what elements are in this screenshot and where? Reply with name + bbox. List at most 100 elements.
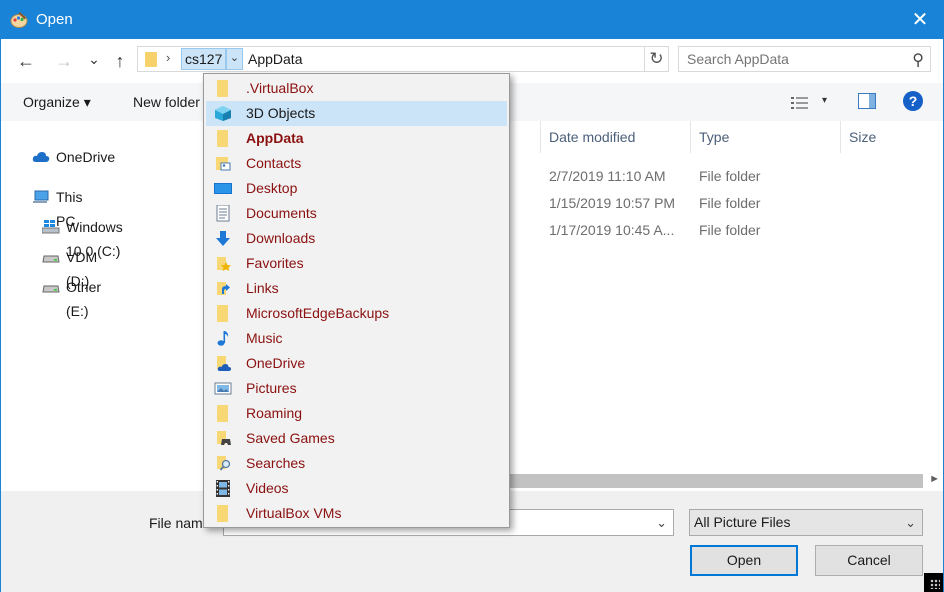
menu-item-label: Desktop [246, 180, 298, 196]
cancel-button[interactable]: Cancel [815, 545, 923, 576]
menu-item-label: AppData [246, 130, 304, 146]
menu-item-label: Downloads [246, 230, 316, 246]
menu-item-microsoftedgebackups[interactable]: MicrosoftEdgeBackups [206, 301, 507, 326]
paint-palette-icon [10, 12, 28, 28]
close-button[interactable]: ✕ [897, 1, 943, 39]
documents-icon [216, 205, 230, 222]
folder-icon [217, 405, 228, 422]
folder-icon [217, 130, 228, 147]
date-modified-cell: 1/15/2019 10:57 PM [549, 195, 676, 211]
saved-games-icon [217, 431, 231, 445]
breadcrumb-cs127[interactable]: cs127 [181, 48, 227, 70]
menu-item-label: Searches [246, 455, 306, 471]
pictures-icon [214, 382, 232, 395]
download-icon [216, 231, 230, 246]
onedrive-folder-icon [217, 356, 232, 371]
menu-item-virtualbox[interactable]: .VirtualBox [206, 76, 507, 101]
links-icon [217, 282, 230, 295]
menu-item-music[interactable]: Music [206, 326, 507, 351]
menu-item-label: .VirtualBox [246, 80, 314, 96]
sidebar-item-label: OneDrive [56, 149, 116, 165]
chevron-down-icon[interactable]: ⌄ [656, 515, 667, 531]
navigation-pane: OneDrive This PC Windows 10.0 (C:) VDM (… [1, 121, 203, 491]
sidebar-item-label: Other (E:) [66, 279, 102, 319]
menu-item-label: 3D Objects [246, 105, 316, 121]
date-modified-cell: 2/7/2019 11:10 AM [549, 168, 666, 184]
drive-icon [42, 285, 60, 293]
cube-icon [215, 106, 231, 121]
date-modified-cell: 1/17/2019 10:45 A... [549, 222, 675, 238]
address-bar[interactable]: › cs127 ⌄ AppData ↻ [137, 46, 669, 72]
music-icon [217, 331, 229, 346]
menu-item-roaming[interactable]: Roaming [206, 401, 507, 426]
menu-item-documents[interactable]: Documents [206, 201, 507, 226]
column-header-size[interactable]: Size [849, 129, 876, 145]
menu-item-label: Music [246, 330, 283, 346]
search-folder-icon [217, 456, 231, 471]
menu-item-label: Documents [246, 205, 317, 221]
up-button[interactable]: ↑ [109, 50, 131, 72]
menu-item-searches[interactable]: Searches [206, 451, 507, 476]
breadcrumb-dropdown-button[interactable]: ⌄ [226, 48, 243, 70]
menu-item-downloads[interactable]: Downloads [206, 226, 507, 251]
type-cell: File folder [699, 195, 761, 211]
menu-item-contacts[interactable]: Contacts [206, 151, 507, 176]
menu-item-videos[interactable]: Videos [206, 476, 507, 501]
refresh-icon: ↻ [649, 49, 664, 68]
menu-item-label: MicrosoftEdgeBackups [246, 305, 390, 321]
view-options-icon[interactable] [790, 95, 810, 111]
menu-item-label: Roaming [246, 405, 303, 421]
refresh-button[interactable]: ↻ [644, 47, 668, 71]
column-header-date-modified[interactable]: Date modified [549, 129, 635, 145]
open-button[interactable]: Open [690, 545, 798, 576]
menu-item-desktop[interactable]: Desktop [206, 176, 507, 201]
menu-item-saved-games[interactable]: Saved Games [206, 426, 507, 451]
windows-drive-icon [42, 220, 60, 234]
menu-item-3d-objects[interactable]: 3D Objects [206, 101, 507, 126]
breadcrumb-appdata[interactable]: AppData [248, 48, 302, 70]
menu-item-label: Favorites [246, 255, 304, 271]
help-button[interactable]: ? [903, 91, 923, 111]
folder-icon [145, 52, 157, 67]
close-icon: ✕ [911, 9, 929, 31]
title-bar: Open ✕ [1, 1, 943, 39]
back-button[interactable]: ← [15, 50, 37, 72]
favorites-icon [217, 257, 231, 271]
file-type-select[interactable]: All Picture Files ⌄ [689, 509, 923, 536]
search-box: ⚲ [678, 46, 931, 72]
menu-item-label: Links [246, 280, 279, 296]
column-divider[interactable] [540, 121, 541, 153]
menu-item-favorites[interactable]: Favorites [206, 251, 507, 276]
type-cell: File folder [699, 222, 761, 238]
column-divider[interactable] [690, 121, 691, 153]
cloud-icon [32, 152, 50, 162]
search-input[interactable] [687, 49, 907, 69]
scroll-right-icon[interactable]: ► [929, 473, 940, 485]
menu-item-label: Contacts [246, 155, 302, 171]
new-folder-button[interactable]: New folder [133, 94, 200, 110]
menu-item-label: OneDrive [246, 355, 306, 371]
forward-button[interactable]: → [53, 50, 75, 72]
search-icon[interactable]: ⚲ [912, 50, 924, 70]
folder-icon [217, 80, 228, 97]
organize-button[interactable]: Organize ▾ [23, 94, 91, 111]
menu-item-appdata[interactable]: AppData [206, 126, 507, 151]
column-header-type[interactable]: Type [699, 129, 729, 145]
column-divider[interactable] [840, 121, 841, 153]
chevron-down-icon: ⌄ [905, 515, 916, 530]
menu-item-virtualbox-vms[interactable]: VirtualBox VMs [206, 501, 507, 526]
menu-item-pictures[interactable]: Pictures [206, 376, 507, 401]
menu-item-onedrive[interactable]: OneDrive [206, 351, 507, 376]
menu-item-label: VirtualBox VMs [246, 505, 342, 521]
menu-item-links[interactable]: Links [206, 276, 507, 301]
menu-item-label: Saved Games [246, 430, 335, 446]
preview-pane-icon[interactable] [858, 93, 876, 109]
resize-grip-icon[interactable] [924, 573, 943, 592]
recent-locations-button[interactable]: ⌄ [87, 48, 101, 70]
window-title: Open [36, 11, 73, 28]
menu-item-label: Videos [246, 480, 289, 496]
view-dropdown-button[interactable]: ▾ [822, 95, 827, 106]
menu-item-label: Pictures [246, 380, 297, 396]
folder-icon [217, 305, 228, 322]
breadcrumb-dropdown-menu: .VirtualBox 3D Objects AppData Contacts … [203, 73, 510, 528]
